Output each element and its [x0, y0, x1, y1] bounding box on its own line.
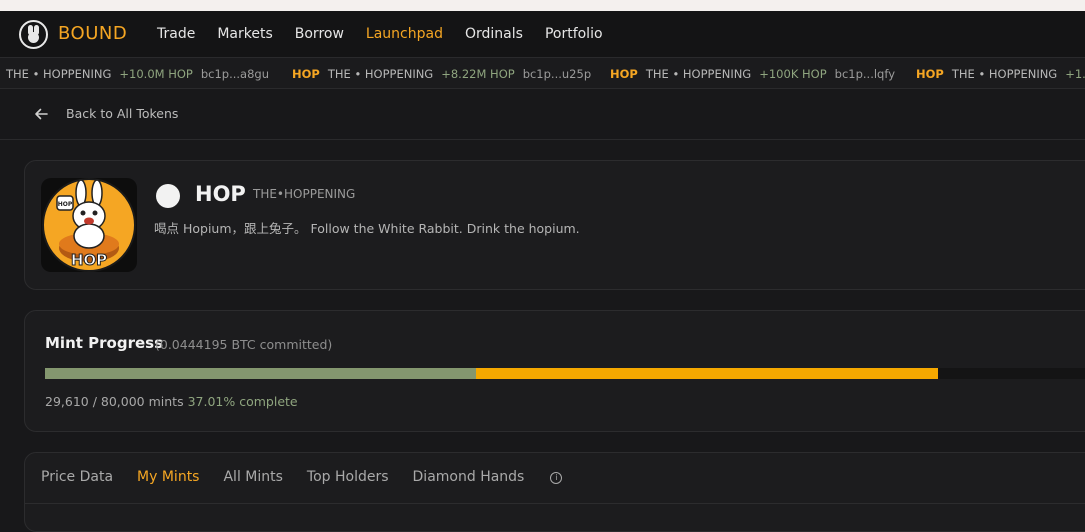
status-dot — [156, 184, 180, 208]
ticker-symbol: HOP — [610, 67, 638, 81]
ticker-address: bc1p...lqfy — [834, 67, 896, 81]
ticker-address: bc1p...a8gu — [200, 67, 270, 81]
token-name: THE•HOPPENING — [253, 187, 356, 201]
progress-minted-fill — [45, 368, 476, 379]
token-symbol: HOP — [195, 182, 246, 206]
mint-ticker: THE • HOPPENING +10.0M HOP bc1p...a8gu HOP… — [0, 58, 1085, 89]
tab-price-data[interactable]: Price Data — [41, 469, 113, 485]
ticker-address: bc1p...u25p — [522, 67, 592, 81]
ticker-amount: +10.0M HOP — [119, 67, 193, 81]
browser-top-strip — [0, 0, 1085, 11]
brand-name[interactable]: BOUND — [58, 23, 127, 44]
info-icon[interactable]: i — [550, 472, 563, 484]
token-info-card: HOP HOP HOP THE•HOPPENING 喝点 Hopium，跟上兔子… — [24, 160, 1085, 290]
ticker-amount: +8.22M HOP — [441, 67, 515, 81]
nav-item-trade[interactable]: Trade — [157, 26, 195, 42]
ticker-symbol: HOP — [916, 67, 944, 81]
bound-logo-icon[interactable] — [19, 20, 48, 49]
ticker-token-name: THE • HOPPENING — [645, 67, 752, 81]
btc-committed: (0.0444195 BTC committed) — [155, 337, 333, 352]
tab-diamond-hands-label: Diamond Hands — [412, 469, 525, 485]
ticker-amount: +1.0 — [1065, 67, 1085, 81]
ticker-item[interactable]: HOP THE • HOPPENING +8.22M HOP bc1p...u25p — [292, 67, 591, 81]
ticker-token-name: THE • HOPPENING — [951, 67, 1058, 81]
ticker-token-name: THE • HOPPENING — [327, 67, 434, 81]
tab-bar: Price Data My Mints All Mints Top Holder… — [41, 469, 610, 485]
token-description: 喝点 Hopium，跟上兔子。 Follow the White Rabbit.… — [154, 221, 580, 236]
mint-percent: 37.01% complete — [187, 394, 298, 409]
mint-progress-card: Mint Progress (0.0444195 BTC committed) … — [24, 310, 1085, 432]
mint-progress-title: Mint Progress — [45, 334, 164, 352]
mint-count-value: 29,610 / 80,000 mints — [45, 394, 184, 409]
nav-item-launchpad[interactable]: Launchpad — [366, 26, 443, 42]
nav-item-portfolio[interactable]: Portfolio — [545, 26, 603, 42]
nav-item-ordinals[interactable]: Ordinals — [465, 26, 523, 42]
nav-links: Trade Markets Borrow Launchpad Ordinals … — [157, 26, 625, 42]
nav-item-markets[interactable]: Markets — [217, 26, 272, 42]
rabbit-mascot-icon: HOP HOP — [42, 178, 136, 272]
ticker-item[interactable]: THE • HOPPENING +10.0M HOP bc1p...a8gu — [6, 67, 269, 81]
tab-my-mints[interactable]: My Mints — [137, 469, 199, 485]
image-label-text: HOP — [71, 251, 107, 269]
mint-count: 29,610 / 80,000 mints 37.01% complete — [45, 394, 298, 409]
ticker-symbol: HOP — [292, 67, 320, 81]
top-navbar: BOUND Trade Markets Borrow Launchpad Ord… — [0, 11, 1085, 58]
tab-top-holders[interactable]: Top Holders — [307, 469, 389, 485]
token-image: HOP HOP — [41, 178, 137, 272]
tabs-divider — [25, 503, 1085, 504]
mint-progress-bar — [45, 368, 1085, 379]
ticker-item[interactable]: HOP THE • HOPPENING +100K HOP bc1p...lqfy — [610, 67, 895, 81]
tab-all-mints[interactable]: All Mints — [223, 469, 282, 485]
progress-pending-fill — [476, 368, 938, 379]
back-bar: Back to All Tokens — [0, 89, 1085, 140]
nav-item-borrow[interactable]: Borrow — [295, 26, 344, 42]
ticker-token-name: THE • HOPPENING — [6, 67, 112, 81]
tab-diamond-hands[interactable]: Diamond Hands i — [413, 469, 587, 485]
ticker-item[interactable]: HOP THE • HOPPENING +1.0 — [916, 67, 1085, 81]
data-tabs-card: Price Data My Mints All Mints Top Holder… — [24, 452, 1085, 532]
back-to-all-tokens-link[interactable]: Back to All Tokens — [66, 106, 178, 121]
ticker-amount: +100K HOP — [759, 67, 827, 81]
arrow-left-icon[interactable] — [33, 106, 49, 122]
image-badge-text: HOP — [58, 201, 73, 208]
